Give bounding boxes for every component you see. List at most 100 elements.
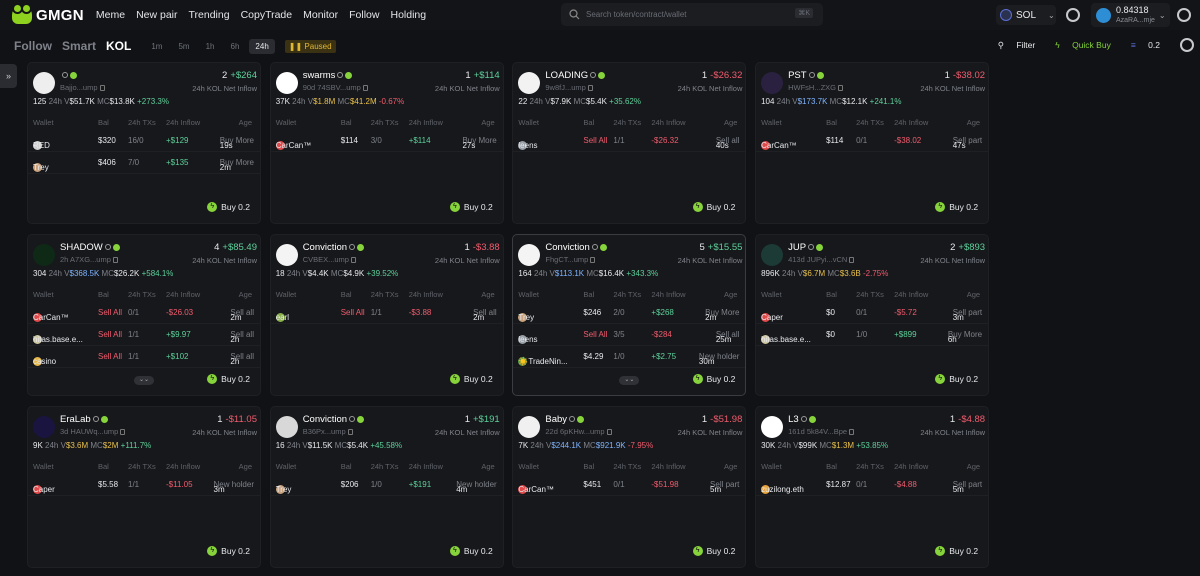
copy-icon[interactable] xyxy=(350,257,356,264)
token-card[interactable]: Conviction CVBEX...ump 1 -$3.88 24h KOL Net … xyxy=(269,234,504,396)
token-avatar[interactable] xyxy=(275,244,298,266)
quick-buy-amount[interactable]: ≡ 0.2 xyxy=(1131,40,1170,50)
token-name[interactable] xyxy=(60,70,77,81)
quick-buy-button[interactable]: ϟ Quick Buy xyxy=(1055,40,1121,50)
token-card[interactable]: L3 161d 5k84V...Bpe 1 -$4.88 24h KOL Net Inf… xyxy=(755,406,990,568)
token-avatar[interactable] xyxy=(761,72,784,94)
nav-monitor[interactable]: Monitor xyxy=(303,9,338,21)
token-avatar[interactable] xyxy=(275,416,298,438)
search-icon[interactable] xyxy=(808,244,815,251)
token-address[interactable]: CVBEX...ump xyxy=(303,255,356,264)
token-card[interactable]: JUP 413d JUPyi...vCN 2 +$893 24h KOL Net Inf… xyxy=(755,234,990,396)
token-avatar[interactable] xyxy=(33,416,55,438)
tab-smart[interactable]: Smart xyxy=(62,39,96,53)
nav-meme[interactable]: Meme xyxy=(96,9,125,21)
copy-icon[interactable] xyxy=(606,429,612,436)
search-icon[interactable] xyxy=(800,416,807,423)
token-address[interactable]: 22d 6pKHw...ump xyxy=(545,427,612,436)
wallet-row[interactable]: CarCan™ $451 0/1 -$51.98 5m Sell part xyxy=(513,475,746,496)
timeframe-1h[interactable]: 1h xyxy=(200,39,221,54)
token-card[interactable]: LOADING 9w8fJ...ump 1 -$26.32 24h KOL Net In… xyxy=(512,62,747,224)
search-icon[interactable] xyxy=(104,244,111,251)
buy-button[interactable]: ϟ Buy 0.2 xyxy=(207,546,250,556)
token-name[interactable]: L3 xyxy=(788,414,816,425)
token-name[interactable]: Conviction xyxy=(303,242,365,253)
search-icon[interactable] xyxy=(569,416,576,423)
wallet-row[interactable]: zuzilong.eth $12.87 0/1 -$4.88 5m Sell part xyxy=(756,475,989,496)
token-avatar[interactable] xyxy=(33,244,55,266)
token-name[interactable]: EraLab xyxy=(60,414,108,425)
token-address[interactable]: HWFsH...ZXG xyxy=(788,83,844,92)
token-avatar[interactable] xyxy=(518,416,541,438)
wallet-row[interactable]: hitas.base.e... $0 1/0 +$899 6h Buy More xyxy=(756,325,989,346)
token-avatar[interactable] xyxy=(275,72,298,94)
token-name[interactable]: Conviction xyxy=(545,242,607,253)
nav-holding[interactable]: Holding xyxy=(390,9,426,21)
copy-icon[interactable] xyxy=(838,85,844,92)
token-name[interactable]: Baby xyxy=(545,414,585,425)
timeframe-24h[interactable]: 24h xyxy=(249,38,275,54)
wallet-row[interactable]: hitas.base.e... Sell All 1/1 +$9.97 2h Sell … xyxy=(28,325,260,346)
token-address[interactable]: 161d 5k84V...Bpe xyxy=(788,427,855,436)
search-icon[interactable] xyxy=(62,72,68,79)
token-card[interactable]: Conviction B36Px...ump 1 +$191 24h KOL Net I… xyxy=(269,406,504,568)
wallet-row[interactable]: CarCan™ $114 3/0 +$114 27s Buy More xyxy=(270,131,503,152)
copy-icon[interactable] xyxy=(362,85,368,92)
gear-icon[interactable] xyxy=(1177,8,1191,22)
nav-trending[interactable]: Trending xyxy=(189,9,230,21)
token-name[interactable]: JUP xyxy=(788,242,824,253)
wallet-row[interactable]: CarCan™ $114 0/1 -$38.02 47s Sell part xyxy=(756,131,989,152)
copy-icon[interactable] xyxy=(347,429,353,436)
copy-icon[interactable] xyxy=(112,257,118,264)
search-input[interactable]: Search token/contract/wallet xyxy=(586,10,687,19)
buy-button[interactable]: ϟ Buy 0.2 xyxy=(207,202,250,212)
nav-follow[interactable]: Follow xyxy=(349,9,379,21)
token-card[interactable]: swarms 90d 74SBV...ump 1 +$114 24h KOL Net I… xyxy=(269,62,504,224)
gmgn-logo[interactable]: GMGN xyxy=(12,3,84,24)
chain-selector[interactable]: SOL ⌄ xyxy=(996,5,1056,25)
expand-rows-button[interactable]: ⌄⌄ xyxy=(619,376,640,385)
token-name[interactable]: SHADOW xyxy=(60,242,120,253)
settings-icon[interactable] xyxy=(1180,38,1194,52)
settings-icon[interactable] xyxy=(1066,8,1080,22)
paused-badge[interactable]: ❚❚ Paused xyxy=(284,39,336,53)
sidebar-toggle[interactable]: » xyxy=(0,64,17,88)
buy-button[interactable]: ϟ Buy 0.2 xyxy=(692,546,735,556)
token-address[interactable]: Bajjo...ump xyxy=(60,83,105,92)
wallet-row[interactable]: leens Sell All 3/5 -$284 25m Sell all xyxy=(513,325,746,346)
copy-icon[interactable] xyxy=(849,429,855,436)
token-avatar[interactable] xyxy=(518,244,541,266)
token-address[interactable]: 3d HAUWq...ump xyxy=(60,427,126,436)
token-address[interactable]: 2h A7XG...ump xyxy=(60,255,118,264)
wallet-row[interactable]: Caper $5.58 1/1 -$11.05 3m New holder xyxy=(28,475,260,496)
search-icon[interactable] xyxy=(92,416,99,423)
token-avatar[interactable] xyxy=(761,244,784,266)
token-card[interactable]: Conviction FhgCT...ump 5 +$15.55 24h KOL Net… xyxy=(512,234,747,396)
copy-icon[interactable] xyxy=(849,257,855,264)
wallet-row[interactable]: leens Sell All 1/1 -$26.32 40s Sell all xyxy=(513,131,746,152)
expand-rows-button[interactable]: ⌄⌄ xyxy=(134,376,154,385)
buy-button[interactable]: ϟ Buy 0.2 xyxy=(692,374,735,384)
buy-button[interactable]: ϟ Buy 0.2 xyxy=(449,546,493,556)
wallet-row[interactable]: CarCan™ Sell All 0/1 -$26.03 2m Sell all xyxy=(28,303,260,324)
timeframe-6h[interactable]: 6h xyxy=(225,39,246,54)
nav-copytrade[interactable]: CopyTrade xyxy=(241,9,293,21)
token-address[interactable]: 90d 74SBV...ump xyxy=(303,83,368,92)
wallet-row[interactable]: Trey $406 7/0 +$135 2m Buy More xyxy=(28,153,260,174)
tab-follow[interactable]: Follow xyxy=(14,39,52,53)
search-icon[interactable] xyxy=(808,72,815,79)
copy-icon[interactable] xyxy=(587,85,593,92)
search-icon[interactable] xyxy=(349,416,356,423)
token-card[interactable]: Bajjo...ump 2 +$264 24h KOL Net Inflow 125 2… xyxy=(27,62,261,224)
search-icon[interactable] xyxy=(337,72,344,79)
token-card[interactable]: PST HWFsH...ZXG 1 -$38.02 24h KOL Net Inflow… xyxy=(755,62,990,224)
token-avatar[interactable] xyxy=(33,72,55,94)
token-name[interactable]: swarms xyxy=(303,70,353,81)
token-address[interactable]: 9w8fJ...ump xyxy=(545,83,593,92)
token-card[interactable]: Baby 22d 6pKHw...ump 1 -$51.98 24h KOL Net I… xyxy=(512,406,747,568)
wallet-row[interactable]: Caper $0 0/1 -$5.72 3m Sell part xyxy=(756,303,989,324)
token-name[interactable]: LOADING xyxy=(545,70,606,81)
copy-icon[interactable] xyxy=(590,257,596,264)
token-address[interactable]: 413d JUPyi...vCN xyxy=(788,255,855,264)
buy-button[interactable]: ϟ Buy 0.2 xyxy=(207,374,250,384)
